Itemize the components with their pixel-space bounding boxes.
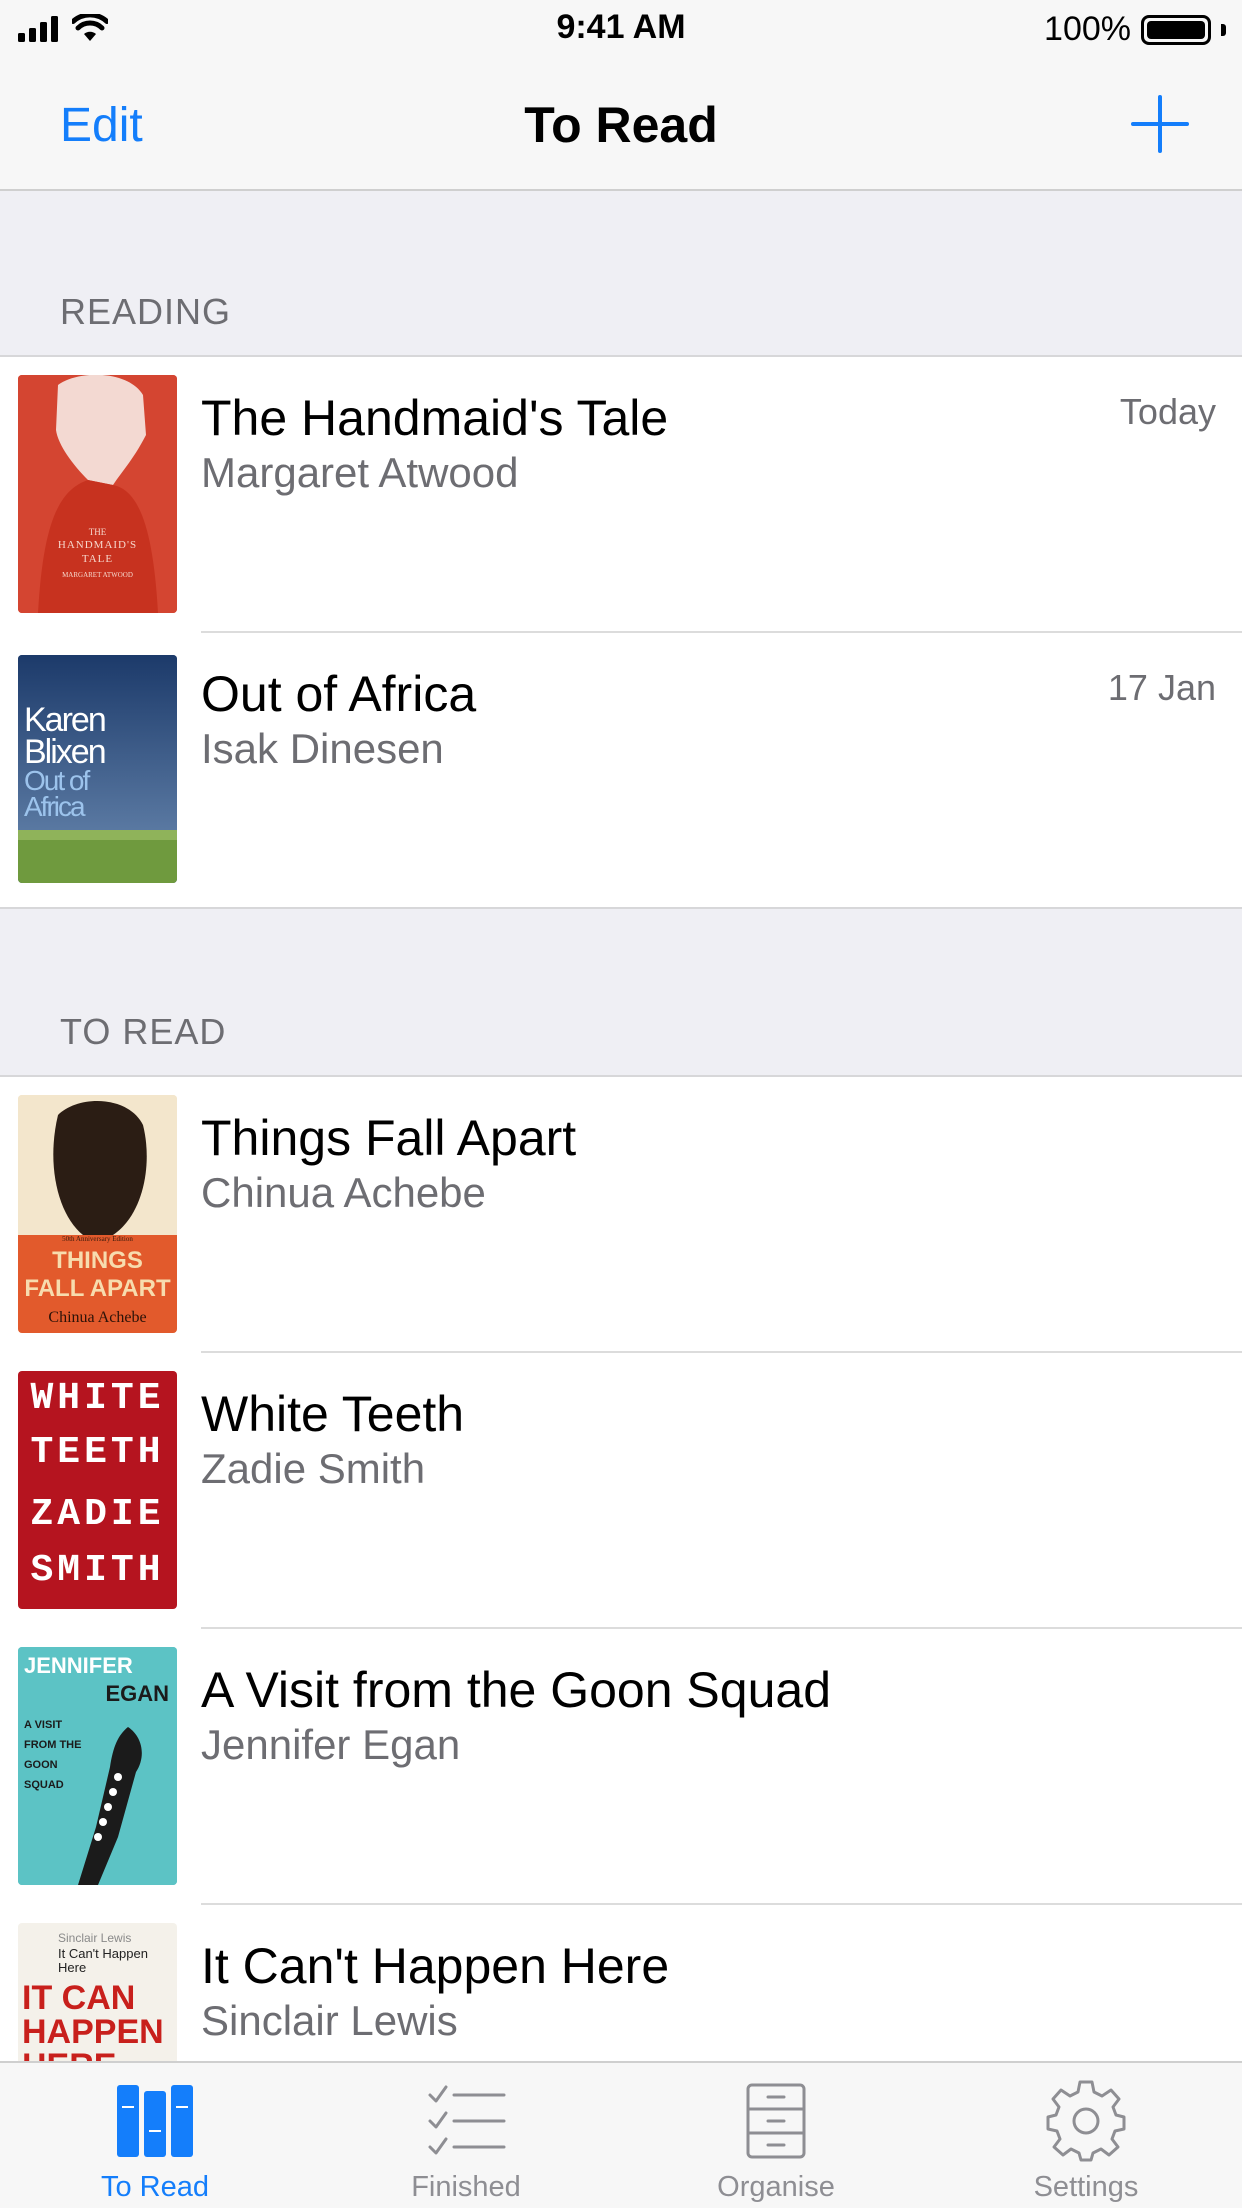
book-row-handmaids-tale[interactable]: THE HANDMAID'S TALE MARGARET ATWOOD The …	[0, 357, 1242, 633]
book-cover-image: Karen Blixen Out of Africa	[18, 655, 177, 883]
section-header-to-read: TO READ	[0, 909, 1242, 1077]
book-author: Margaret Atwood	[201, 449, 519, 496]
cover-text: THINGS	[52, 1247, 143, 1274]
cover-text: Blixen	[24, 733, 107, 771]
book-date: Today	[1119, 391, 1216, 432]
book-title: White Teeth	[201, 1386, 465, 1442]
book-author: Jennifer Egan	[201, 1721, 461, 1768]
book-title: It Can't Happen Here	[201, 1938, 670, 1994]
section-header-label: TO READ	[60, 1011, 227, 1052]
cover-text: Chinua Achebe	[48, 1309, 147, 1326]
book-title: Things Fall Apart	[201, 1110, 577, 1166]
cover-text: Karen	[24, 701, 107, 739]
book-cover-image: Sinclair Lewis It Can't Happen Here IT C…	[18, 1923, 177, 2061]
book-cover-image: JENNIFER EGAN A VISIT FROM THE GOON SQUA…	[18, 1647, 177, 1885]
book-row-goon-squad[interactable]: JENNIFER EGAN A VISIT FROM THE GOON SQUA…	[0, 1629, 1242, 1905]
cover-text: IT CAN	[22, 1979, 136, 2017]
book-cover-image: 50th Anniversary Edition THINGS FALL APA…	[18, 1095, 177, 1333]
book-cover-image: THE HANDMAID'S TALE MARGARET ATWOOD	[18, 375, 177, 613]
cover-text: A VISIT FROM THE GOON SQUAD	[24, 1719, 82, 1791]
tab-bar: To Read Finished Organise Settings	[0, 2061, 1242, 2208]
cover-text: MARGARET ATWOOD	[62, 571, 133, 579]
book-author: Chinua Achebe	[201, 1169, 486, 1216]
cover-text: EGAN	[105, 1681, 169, 1706]
checklist-icon	[428, 2085, 506, 2155]
cover-text: JENNIFER	[24, 1653, 133, 1678]
page-title: To Read	[524, 97, 718, 153]
book-row-it-cant-happen-here[interactable]: Sinclair Lewis It Can't Happen Here IT C…	[0, 1905, 1242, 2061]
book-date: 17 Jan	[1107, 667, 1216, 708]
tab-finished[interactable]: Finished	[311, 2063, 621, 2210]
tab-label: Finished	[411, 2171, 521, 2203]
tab-settings[interactable]: Settings	[931, 2063, 1241, 2210]
cover-text: SMITH	[30, 1549, 165, 1592]
battery-percentage: 100%	[1044, 10, 1131, 48]
status-right: 100%	[1044, 10, 1226, 49]
book-row-out-of-africa[interactable]: Karen Blixen Out of Africa Out of Africa…	[0, 633, 1242, 909]
tab-to-read[interactable]: To Read	[0, 2063, 310, 2210]
cover-text: It Can't Happen Here	[58, 1946, 148, 1975]
book-author: Isak Dinesen	[201, 725, 444, 772]
book-cover-image: WHITE TEETH ZADIE SMITH	[18, 1371, 177, 1609]
cover-text: TEETH	[30, 1431, 165, 1474]
book-author: Sinclair Lewis	[201, 1997, 458, 2044]
cover-text: HAPPEN	[22, 2013, 164, 2051]
tab-label: To Read	[100, 2171, 209, 2203]
cover-text: ZADIE	[30, 1493, 165, 1536]
cover-text: Sinclair Lewis	[58, 1931, 132, 1945]
book-list[interactable]: READING THE HANDMAID'S TALE MARGARET ATW…	[0, 191, 1242, 2061]
cover-text: HERE	[22, 2049, 177, 2061]
cover-text: THE	[88, 527, 107, 537]
cover-text: HANDMAID'S	[57, 539, 138, 551]
cover-text: WHITE	[30, 1377, 165, 1420]
book-title: A Visit from the Goon Squad	[201, 1662, 832, 1718]
cabinet-icon	[746, 2083, 806, 2159]
book-title: The Handmaid's Tale	[201, 390, 669, 446]
cover-text: Africa	[24, 791, 86, 822]
cover-text: TALE	[81, 553, 114, 565]
book-row-things-fall-apart[interactable]: 50th Anniversary Edition THINGS FALL APA…	[0, 1077, 1242, 1353]
section-header-label: READING	[60, 291, 232, 332]
gear-icon	[1046, 2080, 1126, 2162]
section-header-reading: READING	[0, 191, 1242, 357]
battery-tip	[1221, 23, 1226, 36]
add-icon[interactable]	[1130, 94, 1190, 154]
status-bar: 9:41 AM 100%	[0, 0, 1242, 60]
cover-text: 50th Anniversary Edition	[62, 1235, 133, 1243]
book-row-white-teeth[interactable]: WHITE TEETH ZADIE SMITH White Teeth Zadi…	[0, 1353, 1242, 1629]
tab-organise[interactable]: Organise	[621, 2063, 931, 2210]
books-icon	[117, 2085, 193, 2157]
tab-label: Settings	[1033, 2171, 1139, 2203]
navigation-bar: Edit To Read	[0, 60, 1242, 191]
tab-label: Organise	[717, 2171, 835, 2203]
battery-icon	[1141, 14, 1211, 45]
book-title: Out of Africa	[201, 666, 477, 722]
cover-text: FALL APART	[24, 1275, 171, 1302]
book-author: Zadie Smith	[201, 1445, 426, 1492]
